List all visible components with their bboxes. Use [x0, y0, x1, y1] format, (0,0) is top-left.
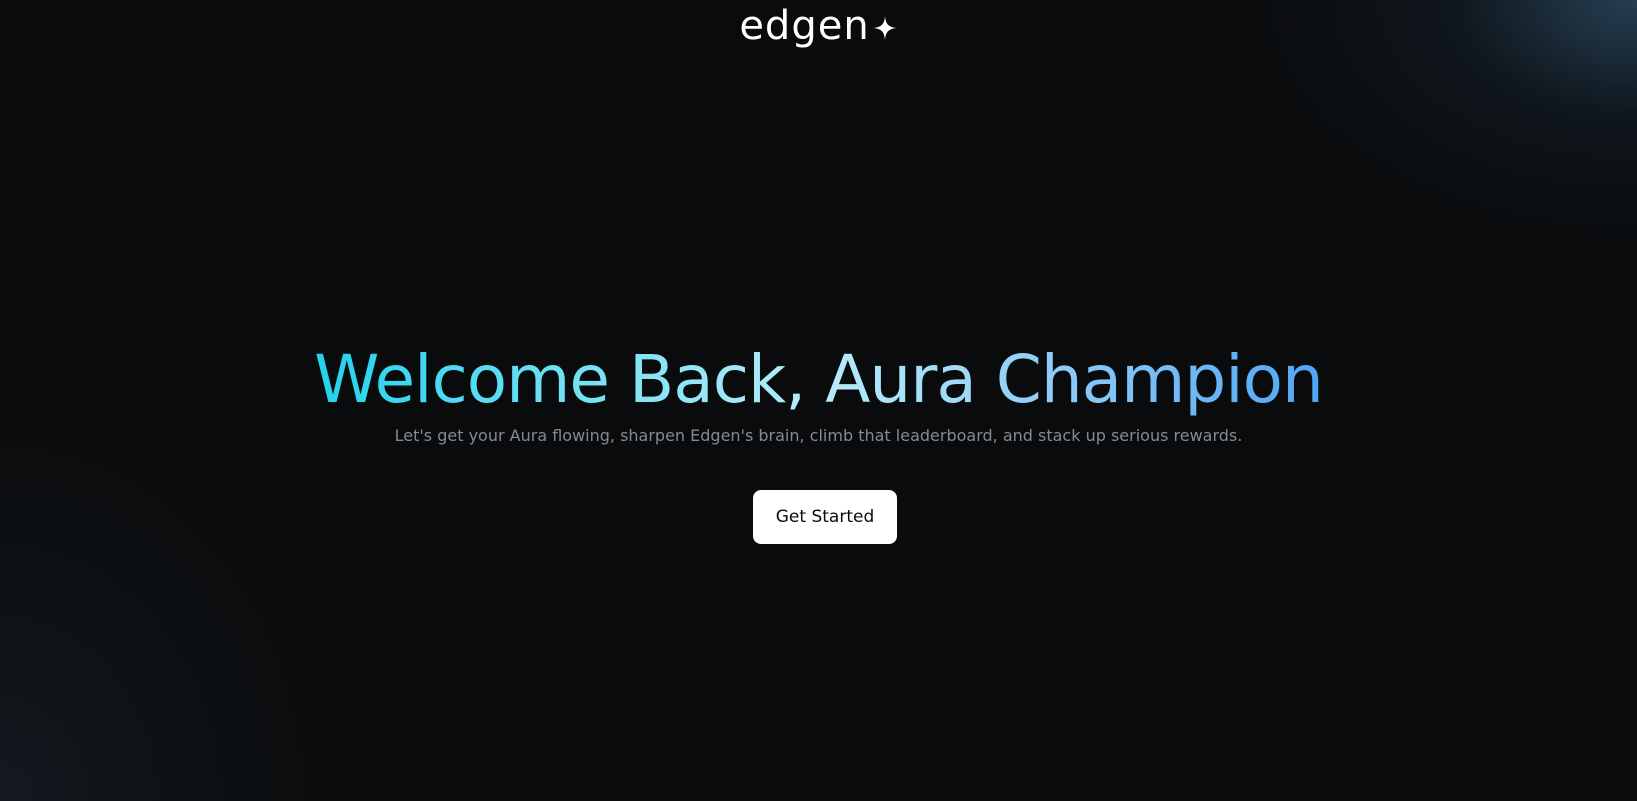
- hero-section: Welcome Back, Aura Champion Let's get yo…: [0, 338, 1637, 448]
- landing-page: edgen Welcome Back, Aura Champion Let's …: [0, 0, 1637, 801]
- logo-text: edgen: [739, 3, 870, 49]
- brand-logo[interactable]: edgen: [0, 2, 1637, 50]
- get-started-button[interactable]: Get Started: [753, 490, 897, 544]
- page-title: Welcome Back, Aura Champion: [314, 338, 1324, 422]
- sparkle-icon: [872, 16, 897, 40]
- hero-subtitle: Let's get your Aura flowing, sharpen Edg…: [394, 426, 1243, 445]
